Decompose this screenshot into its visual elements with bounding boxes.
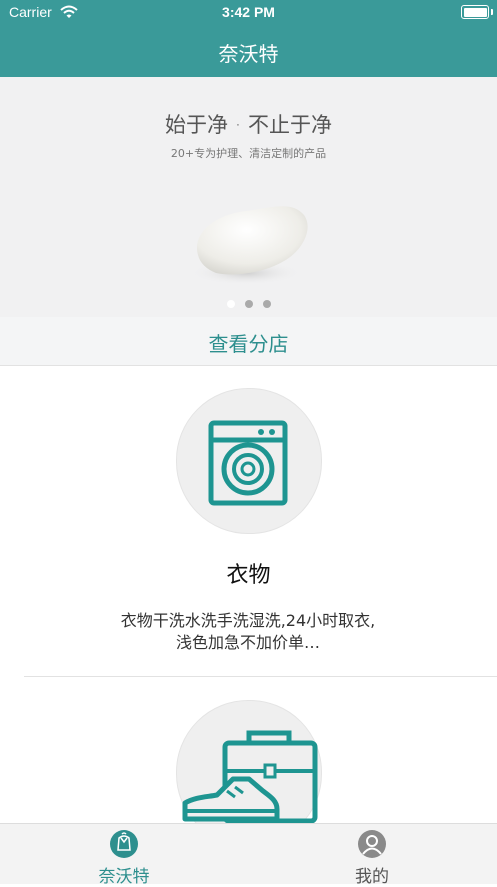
carousel-dots[interactable] (0, 293, 497, 312)
tab-home[interactable]: 奈沃特 (0, 824, 248, 887)
clothing-service-title: 衣物 (226, 563, 271, 588)
battery-icon (461, 5, 493, 19)
tab-me[interactable]: 我的 (248, 824, 496, 887)
home-brand-icon (110, 830, 138, 858)
user-icon (358, 830, 386, 858)
banner-subline: 20+专为护理、清洁定制的产品 (170, 147, 327, 160)
status-time: 3:42 PM (222, 4, 275, 20)
soap-product-image (190, 206, 308, 285)
washing-machine-icon (208, 420, 288, 506)
clothing-service-description: 衣物干洗水洗手洗湿洗,24小时取衣,浅色加急不加价单… (120, 611, 376, 652)
carousel-dot[interactable] (244, 300, 253, 308)
carousel-dot[interactable] (226, 300, 235, 308)
view-branches-label: 查看分店 (208, 332, 289, 356)
divider (24, 676, 497, 677)
tab-me-label: 我的 (355, 867, 389, 887)
promo-banner[interactable]: 始于净 · 不止于净 20+专为护理、清洁定制的产品 (0, 77, 497, 317)
banner-headline: 始于净 · 不止于净 (164, 113, 333, 137)
nav-bar: 奈沃特 (0, 26, 497, 77)
clothing-service-button[interactable] (176, 388, 322, 534)
tab-home-label: 奈沃特 (98, 867, 150, 887)
tab-bar: 奈沃特 我的 (0, 823, 497, 887)
nav-title: 奈沃特 (218, 42, 279, 66)
view-branches-button[interactable]: 查看分店 (0, 317, 497, 366)
carousel-dot[interactable] (262, 300, 271, 308)
status-bar: Carrier 3:42 PM (0, 0, 497, 26)
